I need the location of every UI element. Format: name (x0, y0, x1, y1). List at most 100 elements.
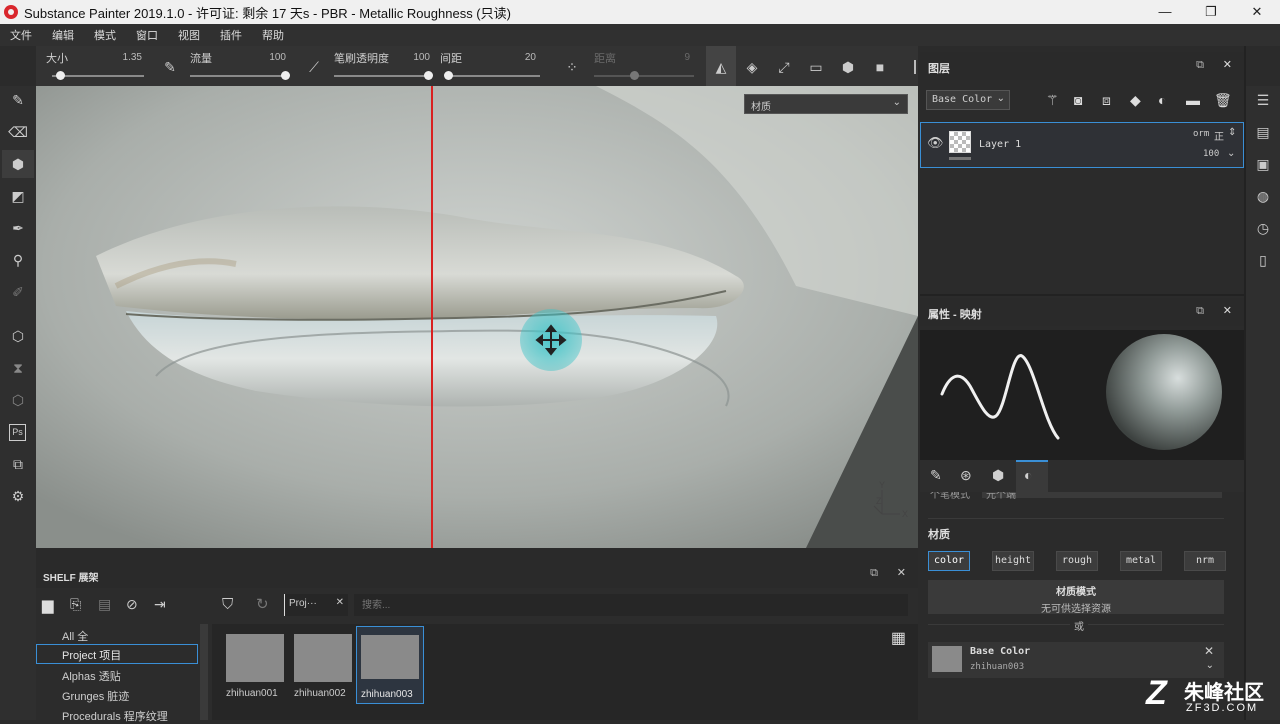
base-color-resource-slot[interactable]: Base Color zhihuan003 ✕ ⌄ (928, 642, 1224, 678)
filter-icon[interactable]: ⛉ (222, 596, 233, 613)
delete-layer-icon[interactable]: 🗑 (1214, 92, 1232, 109)
layer-opacity[interactable]: 100 (1203, 149, 1219, 159)
add-fill-layer-icon[interactable]: ◆ (1130, 92, 1141, 109)
shelf-item[interactable]: zhihuan002 (292, 630, 354, 704)
shelf-filter-tab[interactable]: Proj··· ✕ (284, 594, 348, 616)
close-window-button[interactable]: ✕ (1234, 0, 1280, 24)
hourglass-icon[interactable]: ⧗ (8, 358, 28, 378)
color-picker-icon[interactable]: ✐ (8, 282, 28, 302)
export-icon[interactable]: ⧉ (8, 454, 28, 474)
refresh-icon[interactable]: ↻ (256, 595, 269, 613)
folder-icon[interactable]: ▆ (42, 596, 54, 614)
new-item-icon[interactable]: ⎘ (70, 596, 81, 613)
maximize-button[interactable]: ❐ (1188, 0, 1234, 24)
category-alphas[interactable]: Alphas 透贴 (62, 668, 121, 684)
menu-mode[interactable]: 模式 (94, 27, 116, 43)
flow-slider-knob[interactable] (281, 71, 290, 80)
category-project[interactable]: Project 项目 (36, 644, 198, 664)
save-icon[interactable]: ▤ (98, 596, 111, 613)
spacing-value[interactable]: 20 (496, 52, 536, 63)
undock-icon[interactable]: ⧉ (1196, 305, 1204, 318)
paint-brush-icon[interactable]: ✎ (8, 90, 28, 110)
channel-height-button[interactable]: height (992, 551, 1034, 571)
add-effect-icon[interactable]: ◐ (1158, 92, 1166, 108)
chevron-down-icon[interactable]: ⌄ (1227, 148, 1235, 159)
close-tab-icon[interactable]: ✕ (336, 597, 344, 608)
symmetry-toggle[interactable]: ◭ (706, 46, 736, 86)
brush-tab-icon[interactable]: ✎ (930, 467, 942, 484)
import-icon[interactable]: ⇥ (154, 596, 166, 613)
size-slider-knob[interactable] (56, 71, 65, 80)
layer-channel-select[interactable]: Base Color ⌄ (926, 90, 1010, 110)
add-mask-icon[interactable]: ◙ (1074, 92, 1082, 108)
layer-row[interactable]: 👁 Layer 1 orm 正 ⇕ 100 ⌄ (920, 122, 1244, 168)
menu-help[interactable]: 帮助 (262, 27, 284, 43)
alpha-tab-icon[interactable]: ⊛ (960, 467, 972, 484)
close-properties-icon[interactable]: ✕ (1223, 304, 1232, 317)
shelf-item-selected[interactable]: zhihuan003 (356, 626, 424, 704)
lazy-mouse-icon[interactable]: ⁘ (562, 58, 582, 76)
bake-icon[interactable]: ⬡ (8, 326, 28, 346)
frame-icon[interactable]: ▭ (806, 58, 826, 76)
channel-metal-button[interactable]: metal (1120, 551, 1162, 571)
shader-settings-icon[interactable]: ◍ (1253, 186, 1273, 206)
eye-visibility-icon[interactable]: 👁 (927, 135, 944, 151)
flow-value[interactable]: 100 (246, 52, 286, 63)
blend-mode-dropdown-icon[interactable]: ⇕ (1228, 127, 1236, 138)
hidden-row-select[interactable]: 元个端 (982, 492, 1222, 501)
opacity-slider-knob[interactable] (424, 71, 433, 80)
grid-view-icon[interactable]: ▦ (891, 628, 906, 648)
size-value[interactable]: 1.35 (102, 52, 142, 63)
size-pen-pressure-icon[interactable]: ✎ (160, 58, 180, 76)
close-layers-icon[interactable]: ✕ (1223, 58, 1232, 71)
add-layer-icon[interactable]: ⧈ (1102, 92, 1111, 109)
spacing-slider[interactable] (446, 75, 540, 77)
undock-icon[interactable]: ⧉ (870, 567, 878, 580)
undock-icon[interactable]: ⧉ (1196, 59, 1204, 72)
category-procedurals[interactable]: Procedurals 程序纹理 (62, 708, 168, 724)
texture-set-icon[interactable]: ▤ (1253, 122, 1273, 142)
cube-view-icon[interactable]: ⬢ (838, 58, 858, 76)
display-settings-icon[interactable]: ▣ (1253, 154, 1273, 174)
size-slider[interactable] (52, 75, 144, 77)
viewport-material-select[interactable]: 材质 ⌄ (744, 94, 908, 114)
menu-edit[interactable]: 编辑 (52, 27, 74, 43)
3d-viewport[interactable]: Y Z X 材质 ⌄ (36, 86, 918, 548)
material-tab-active[interactable]: ◐ (1016, 460, 1048, 492)
flow-pen-pressure-icon[interactable]: ⟋ (304, 58, 324, 76)
minimize-button[interactable]: — (1142, 0, 1188, 24)
layers-panel-icon[interactable]: ☰ (1253, 90, 1273, 110)
flow-slider[interactable] (190, 75, 288, 77)
category-scrollbar[interactable] (200, 624, 208, 720)
settings-icon[interactable]: ⚙ (8, 486, 28, 506)
menu-file[interactable]: 文件 (10, 27, 32, 43)
menu-window[interactable]: 窗口 (136, 27, 158, 43)
menu-view[interactable]: 视图 (178, 27, 200, 43)
channel-nrm-button[interactable]: nrm (1184, 551, 1226, 571)
polygon-fill-icon[interactable]: ◩ (8, 186, 28, 206)
projection-tool-active[interactable]: ⬢ (2, 150, 34, 178)
stencil-tab-icon[interactable]: ⬢ (992, 467, 1004, 484)
remove-resource-icon[interactable]: ✕ (1204, 644, 1214, 658)
channel-color-button[interactable]: color (928, 551, 970, 571)
eraser-icon[interactable]: ⌫ (8, 122, 28, 142)
shelf-item[interactable]: zhihuan001 (224, 630, 286, 704)
magic-wand-icon[interactable]: ⚚ (1046, 92, 1059, 109)
clone-icon[interactable]: ⚲ (8, 250, 28, 270)
projection-mode-icon[interactable]: ◈ (742, 58, 762, 76)
log-icon[interactable]: ▯ (1253, 250, 1273, 270)
close-shelf-icon[interactable]: ✕ (897, 566, 906, 579)
shelf-search-input[interactable] (354, 594, 908, 616)
transform-icon[interactable]: ⤢ (774, 58, 794, 76)
add-folder-icon[interactable]: ▬ (1186, 92, 1200, 108)
chevron-down-icon[interactable]: ⌄ (1206, 660, 1214, 671)
opacity-slider[interactable] (334, 75, 430, 77)
category-grunges[interactable]: Grunges 脏迹 (62, 688, 129, 704)
photoshop-export-icon[interactable]: Ps (9, 424, 26, 441)
channel-rough-button[interactable]: rough (1056, 551, 1098, 571)
category-all[interactable]: All 全 (62, 628, 88, 644)
sphere-icon[interactable]: ⬡ (8, 390, 28, 410)
spacing-slider-knob[interactable] (444, 71, 453, 80)
layer-blend-mode[interactable]: 正 (1214, 128, 1224, 143)
menu-plugins[interactable]: 插件 (220, 27, 242, 43)
